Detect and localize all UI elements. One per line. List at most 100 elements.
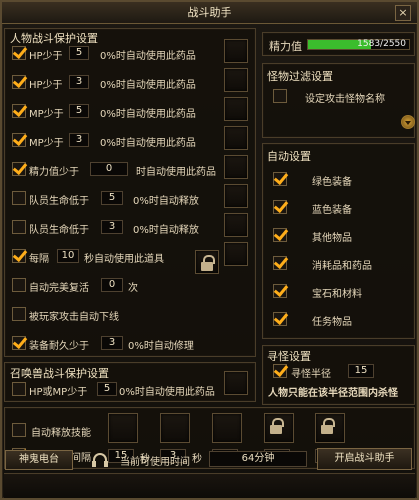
bottom-bar bbox=[4, 473, 415, 498]
auto-setting-label: 宝石和材料 bbox=[312, 289, 362, 300]
lock-icon[interactable] bbox=[264, 413, 294, 443]
protection-checkbox[interactable] bbox=[12, 191, 26, 205]
protection-checkbox[interactable] bbox=[12, 278, 26, 292]
protection-label-b: 秒自动使用此道具 bbox=[84, 254, 164, 265]
auto-setting-checkbox[interactable] bbox=[273, 284, 287, 298]
auto-setting-label: 绿色装备 bbox=[312, 177, 352, 188]
start-assistant-button[interactable]: 开启战斗助手 bbox=[317, 448, 412, 470]
protection-value-input[interactable]: 5 bbox=[101, 191, 123, 205]
protection-checkbox[interactable] bbox=[12, 133, 26, 147]
summon-potion-slot[interactable] bbox=[224, 371, 248, 395]
item-slot[interactable] bbox=[224, 68, 248, 92]
monster-search-title: 寻怪设置 bbox=[267, 350, 311, 363]
protection-value-input[interactable]: 3 bbox=[69, 133, 89, 147]
lock-icon[interactable] bbox=[195, 250, 219, 274]
protection-label-a: 被玩家攻击自动下线 bbox=[29, 312, 119, 323]
title-bar: 战斗助手 bbox=[2, 2, 417, 24]
protection-label-b: 0%时自动释放 bbox=[133, 196, 199, 207]
protection-label-b: 0%时自动使用此药品 bbox=[100, 80, 196, 91]
protection-label-b: 0%时自动使用此药品 bbox=[100, 138, 196, 149]
auto-setting-checkbox[interactable] bbox=[273, 312, 287, 326]
protection-label-b: 0%时自动使用此药品 bbox=[100, 51, 196, 62]
protection-label-b: 0%时自动修理 bbox=[128, 341, 194, 352]
energy-label: 精力值 bbox=[269, 40, 302, 53]
skill-slot[interactable] bbox=[160, 413, 190, 443]
player-protection-title: 人物战斗保护设置 bbox=[10, 32, 98, 45]
protection-value-input[interactable]: 5 bbox=[69, 104, 89, 118]
protection-value-input[interactable]: 3 bbox=[69, 75, 89, 89]
item-slot[interactable] bbox=[224, 242, 248, 266]
summon-protection-label-b: 0%时自动使用此药品 bbox=[119, 387, 215, 398]
battle-assistant-window: 战斗助手 × 人物战斗保护设置 HP少于 5 0%时自动使用此药品 HP少于 3 0%时自… bbox=[0, 0, 419, 500]
protection-checkbox[interactable] bbox=[12, 104, 26, 118]
skill-slot[interactable] bbox=[108, 413, 138, 443]
monster-search-label: 寻怪半径 bbox=[291, 369, 331, 380]
auto-setting-checkbox[interactable] bbox=[273, 172, 287, 186]
protection-checkbox[interactable] bbox=[12, 307, 26, 321]
protection-label-a: 装备耐久少于 bbox=[29, 341, 89, 352]
item-slot[interactable] bbox=[224, 155, 248, 179]
voice-radio-button[interactable]: 神鬼电台 bbox=[5, 450, 73, 470]
item-slot[interactable] bbox=[224, 97, 248, 121]
protection-checkbox[interactable] bbox=[12, 162, 26, 176]
auto-setting-checkbox[interactable] bbox=[273, 256, 287, 270]
protection-label-b: 0%时自动释放 bbox=[133, 225, 199, 236]
protection-checkbox[interactable] bbox=[12, 249, 26, 263]
monster-search-note: 人物只能在该半径范围内杀怪 bbox=[268, 388, 398, 399]
protection-label-b: 时自动使用此药品 bbox=[136, 167, 216, 178]
protection-value-input[interactable]: 3 bbox=[101, 220, 123, 234]
protection-checkbox[interactable] bbox=[12, 75, 26, 89]
summon-protection-input[interactable]: 5 bbox=[97, 382, 117, 396]
headset-icon[interactable] bbox=[92, 453, 108, 467]
time-label: 当前可使用时间 bbox=[120, 457, 190, 468]
auto-setting-label: 其他物品 bbox=[312, 233, 352, 244]
auto-setting-checkbox[interactable] bbox=[273, 228, 287, 242]
monster-filter-label: 设定攻击怪物名称 bbox=[305, 94, 385, 105]
dropdown-arrow-icon[interactable] bbox=[401, 115, 415, 129]
protection-value-input[interactable]: 0 bbox=[90, 162, 128, 176]
energy-value: 1583/2550 bbox=[357, 39, 406, 49]
window-title: 战斗助手 bbox=[187, 6, 232, 19]
lock-icon[interactable] bbox=[315, 413, 345, 443]
auto-setting-checkbox[interactable] bbox=[273, 200, 287, 214]
summon-protection-checkbox[interactable] bbox=[12, 382, 26, 396]
auto-setting-label: 消耗品和药品 bbox=[312, 261, 372, 272]
seconds-label: 秒 bbox=[192, 454, 202, 465]
protection-label-a: HP少于 bbox=[29, 51, 63, 62]
protection-value-input[interactable]: 3 bbox=[101, 336, 123, 350]
protection-label-a: 队员生命低于 bbox=[29, 225, 89, 236]
auto-setting-label: 蓝色装备 bbox=[312, 205, 352, 216]
protection-value-input[interactable]: 10 bbox=[57, 249, 79, 263]
protection-label-a: MP少于 bbox=[29, 109, 64, 120]
monster-filter-title: 怪物过滤设置 bbox=[267, 70, 333, 83]
auto-setting-label: 任务物品 bbox=[312, 317, 352, 328]
item-slot[interactable] bbox=[224, 126, 248, 150]
protection-label-b: 0%时自动使用此药品 bbox=[100, 109, 196, 120]
auto-release-checkbox[interactable] bbox=[12, 423, 26, 437]
monster-search-checkbox[interactable] bbox=[273, 364, 287, 378]
summon-protection-title: 召唤兽战斗保护设置 bbox=[10, 367, 109, 380]
protection-label-a: MP少于 bbox=[29, 138, 64, 149]
protection-value-input[interactable]: 5 bbox=[69, 46, 89, 60]
item-slot[interactable] bbox=[224, 39, 248, 63]
protection-label-a: 自动完美复活 bbox=[29, 283, 89, 294]
protection-label-b: 次 bbox=[128, 283, 138, 294]
monster-filter-checkbox[interactable] bbox=[273, 89, 287, 103]
protection-label-a: 每隔 bbox=[29, 254, 49, 265]
summon-protection-label-a: HP或MP少于 bbox=[29, 387, 88, 398]
skill-slot[interactable] bbox=[212, 413, 242, 443]
auto-release-label: 自动释放技能 bbox=[31, 428, 91, 439]
item-slot[interactable] bbox=[224, 213, 248, 237]
protection-checkbox[interactable] bbox=[12, 336, 26, 350]
item-slot[interactable] bbox=[224, 184, 248, 208]
protection-checkbox[interactable] bbox=[12, 220, 26, 234]
protection-checkbox[interactable] bbox=[12, 46, 26, 60]
protection-label-a: HP少于 bbox=[29, 80, 63, 91]
protection-label-a: 精力值少于 bbox=[29, 167, 79, 178]
auto-settings-title: 自动设置 bbox=[267, 150, 311, 163]
time-value: 64分钟 bbox=[209, 451, 307, 467]
protection-label-a: 队员生命低于 bbox=[29, 196, 89, 207]
close-button[interactable]: × bbox=[395, 5, 411, 21]
protection-value-input[interactable]: 0 bbox=[101, 278, 123, 292]
monster-search-radius-input[interactable]: 15 bbox=[348, 364, 374, 378]
